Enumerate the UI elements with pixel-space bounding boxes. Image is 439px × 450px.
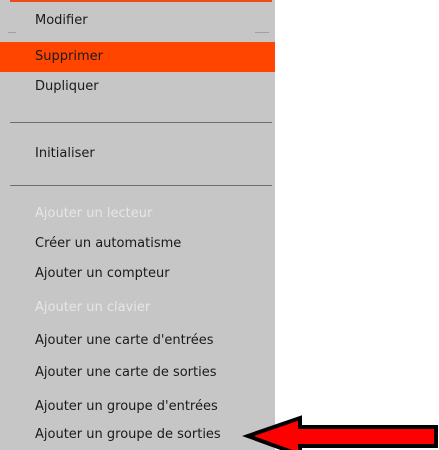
- menu-item-initialiser[interactable]: Initialiser: [0, 139, 275, 169]
- menu-item-ajouter-clavier: Ajouter un clavier: [35, 300, 151, 315]
- menu-item-ajouter-lecteur: Ajouter un lecteur: [35, 206, 153, 221]
- menu-item-supprimer[interactable]: Supprimer: [0, 42, 275, 72]
- menu-top-accent-line: [10, 0, 272, 2]
- menu-item-ajouter-carte-entrees[interactable]: Ajouter une carte d'entrées: [0, 326, 275, 356]
- arrow-shape: [242, 415, 438, 450]
- menu-item-ajouter-groupe-sorties[interactable]: Ajouter un groupe de sorties: [0, 420, 275, 450]
- menu-item-creer-automatisme[interactable]: Créer un automatisme: [0, 229, 275, 259]
- menu-item-ajouter-groupe-entrees[interactable]: Ajouter un groupe d'entrées: [0, 392, 275, 422]
- menu-item-ajouter-carte-sorties[interactable]: Ajouter une carte de sorties: [0, 358, 275, 388]
- screenshot-stage: Modifier Supprimer Dupliquer Initialiser…: [0, 0, 439, 450]
- menu-separator: [10, 185, 272, 186]
- context-menu: Modifier Supprimer Dupliquer Initialiser…: [0, 0, 275, 450]
- menu-item-dupliquer[interactable]: Dupliquer: [0, 72, 275, 102]
- menu-item-modifier[interactable]: Modifier: [0, 6, 275, 36]
- menu-separator: [10, 122, 272, 123]
- menu-item-ajouter-compteur[interactable]: Ajouter un compteur: [0, 259, 275, 289]
